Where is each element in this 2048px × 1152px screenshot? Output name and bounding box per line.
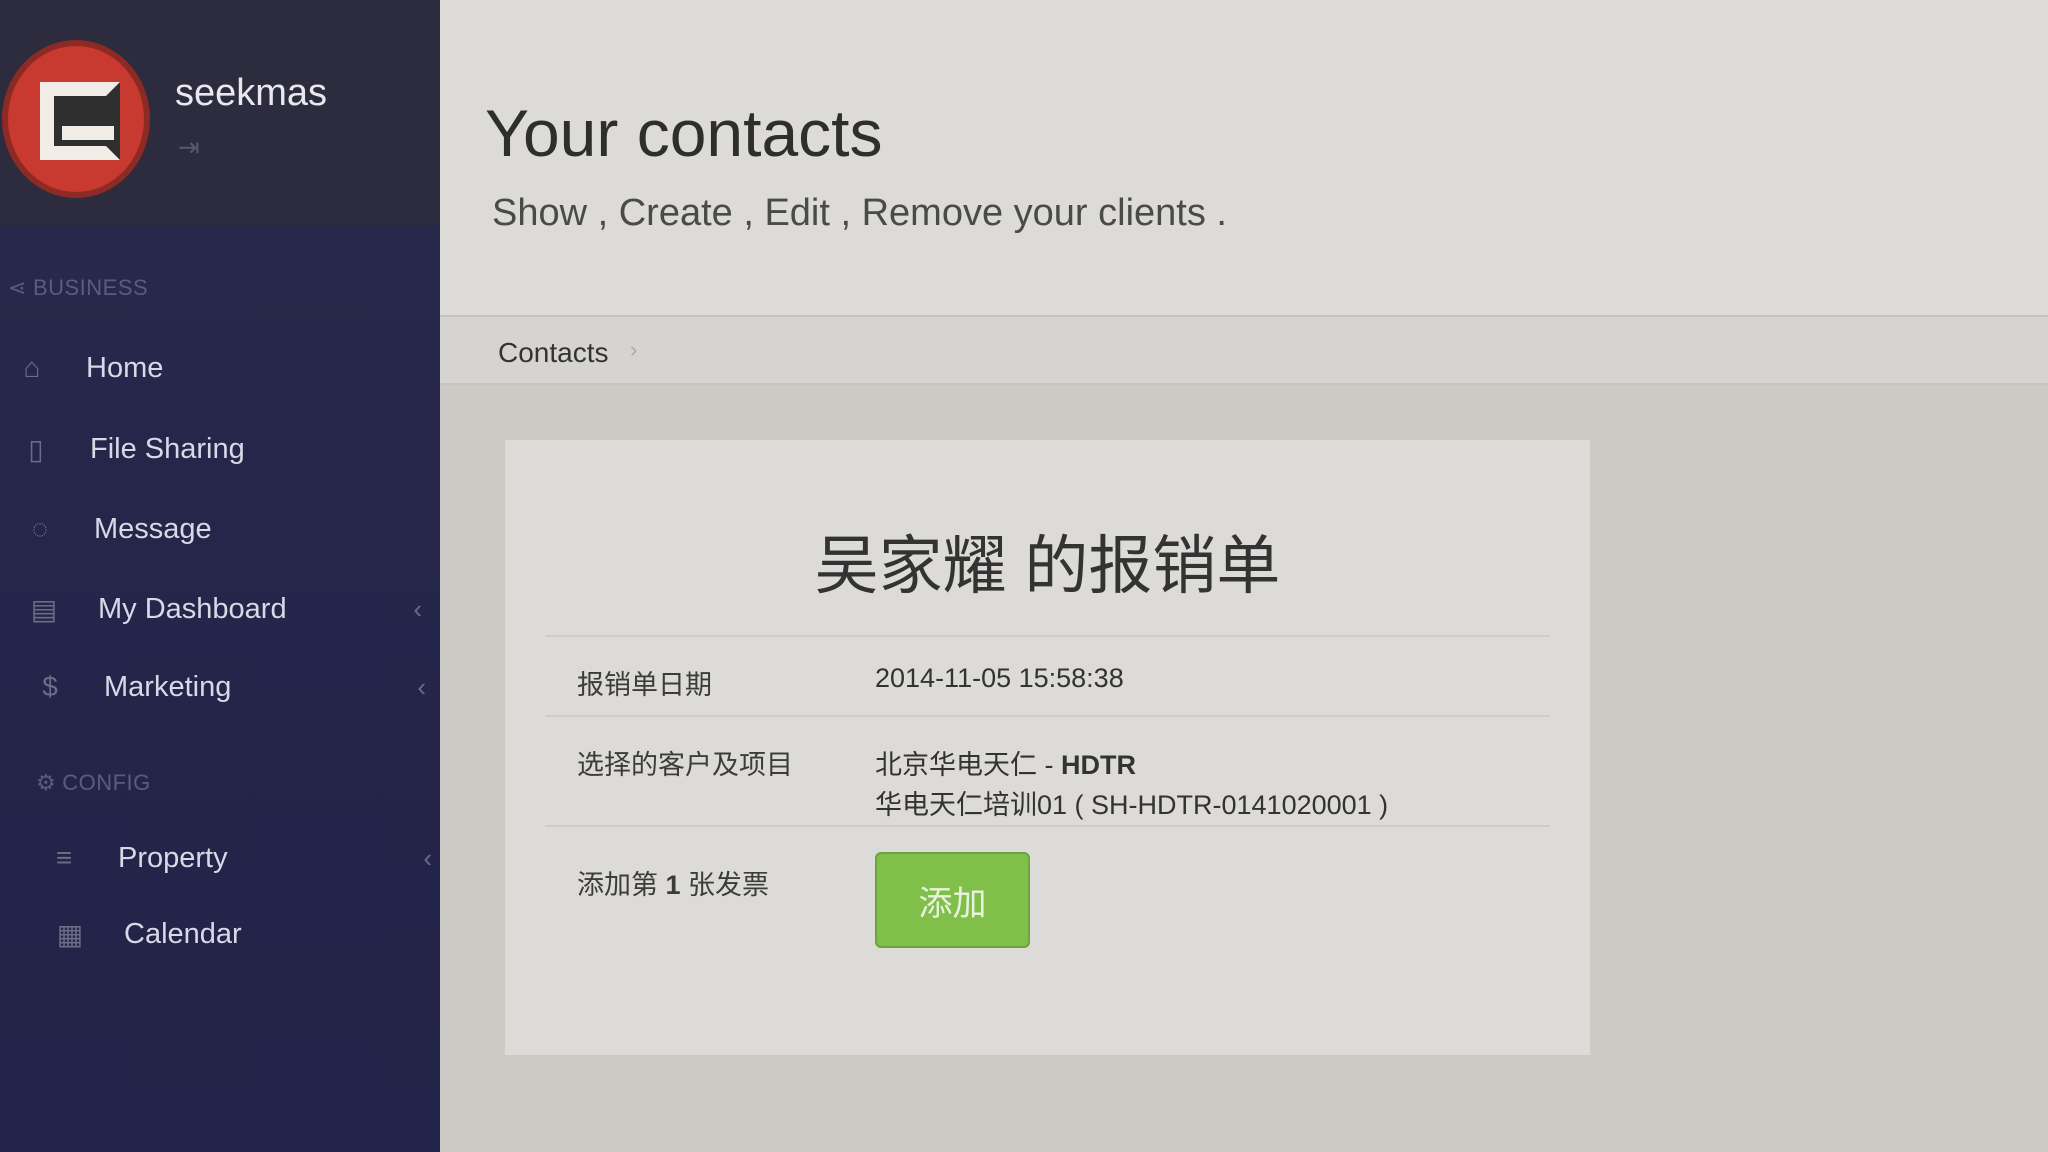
sidebar-item-file-sharing[interactable]: ▯ File Sharing [0, 414, 460, 484]
card-title: 吴家耀 的报销单 [814, 530, 1281, 602]
row-value: 北京华电天仁 - HDTR [875, 750, 1136, 780]
add-invoice-button[interactable]: 添加 [875, 852, 1030, 948]
page-header: Your contacts Show , Create , Edit , Rem… [440, 0, 2048, 315]
row-label: 报销单日期 [577, 670, 712, 700]
page-subtitle: Show , Create , Edit , Remove your clien… [492, 192, 1227, 234]
logo-icon [40, 82, 120, 160]
page-title: Your contacts [485, 96, 883, 170]
dollar-icon: $ [42, 671, 58, 702]
sidebar-item-marketing[interactable]: $ Marketing ‹ [0, 652, 460, 722]
sidebar-item-my-dashboard[interactable]: ▤ My Dashboard ‹ [0, 574, 460, 644]
expense-card: 吴家耀 的报销单 报销单日期 2014-11-05 15:58:38 选择的客户… [505, 440, 1590, 1055]
row-label: 添加第 1 张发票 [577, 870, 770, 900]
breadcrumb-separator: › [630, 337, 638, 362]
avatar[interactable] [2, 40, 150, 198]
chevron-left-icon: ‹ [423, 842, 432, 873]
file-icon: ▯ [28, 433, 44, 465]
section-business: ⋖ BUSINESS [8, 275, 149, 300]
row-value-project: 华电天仁培训01 ( SH-HDTR-0141020001 ) [875, 790, 1389, 820]
row-date: 报销单日期 2014-11-05 15:58:38 [545, 635, 1550, 715]
sign-in-icon[interactable]: ⇥ [178, 132, 212, 162]
row-value: 2014-11-05 15:58:38 [875, 663, 1124, 693]
sidebar-item-calendar[interactable]: ▦ Calendar [0, 899, 460, 969]
row-add-invoice: 添加第 1 张发票 [545, 825, 1550, 985]
chevron-left-icon: ‹ [413, 593, 422, 624]
gear-icon: ⚙ [36, 770, 57, 795]
calendar-icon: ▦ [56, 918, 84, 950]
chat-icon: ◌ [31, 513, 49, 544]
user-panel: seekmas ⇥ [0, 0, 470, 225]
share-icon: ⋖ [8, 275, 27, 300]
sidebar-item-message[interactable]: ◌ Message [0, 494, 460, 564]
sidebar-item-home[interactable]: ⌂ Home [0, 333, 460, 403]
chevron-left-icon: ‹ [417, 671, 426, 702]
breadcrumb-item-contacts[interactable]: Contacts [498, 337, 609, 369]
section-config: ⚙ CONFIG [36, 770, 151, 795]
breadcrumb: Contacts › [440, 315, 2048, 385]
sidebar-item-property[interactable]: ≡ Property ‹ [0, 823, 460, 893]
home-icon: ⌂ [23, 352, 41, 383]
row-client-project: 选择的客户及项目 北京华电天仁 - HDTR 华电天仁培训01 ( SH-HDT… [545, 715, 1550, 825]
dashboard-icon: ▤ [30, 593, 58, 625]
main-content: Your contacts Show , Create , Edit , Rem… [440, 0, 2048, 1152]
sidebar: seekmas ⇥ ⋖ BUSINESS ⌂ Home ▯ File Sharin… [0, 0, 470, 1152]
username: seekmas [175, 72, 328, 114]
database-icon: ≡ [55, 842, 73, 873]
row-label: 选择的客户及项目 [577, 750, 793, 780]
